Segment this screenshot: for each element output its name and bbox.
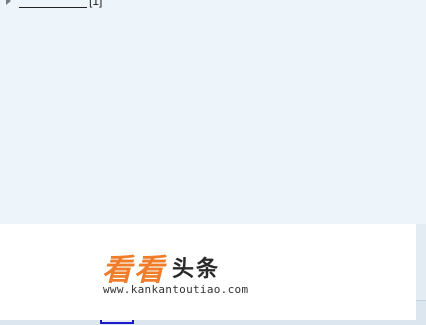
brand-dark-text: 头条 xyxy=(172,257,221,282)
outline-tree-node[interactable]: [1] xyxy=(6,0,102,9)
outline-node-label[interactable] xyxy=(19,0,87,8)
expand-arrow-icon[interactable] xyxy=(6,0,11,5)
watermark-url: www.kankantoutiao.com xyxy=(103,283,249,296)
document-pane: [1] xyxy=(0,0,426,232)
footnote-reference: [1] xyxy=(89,0,103,8)
watermark-logo: 看看 头条 xyxy=(102,250,221,288)
